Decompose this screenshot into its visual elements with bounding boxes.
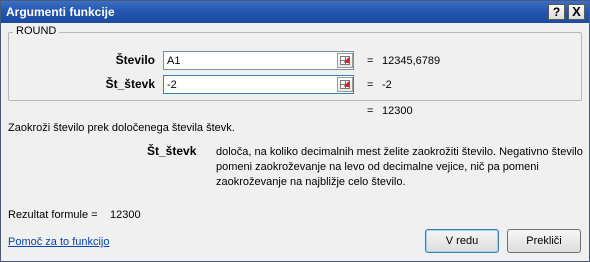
function-arguments-dialog: Argumenti funkcije ? X ROUND Število = 1… xyxy=(0,0,590,262)
range-selector-stevilo-icon[interactable] xyxy=(337,53,353,68)
equals-sign: = xyxy=(367,79,374,91)
help-on-function-link[interactable]: Pomoč za to funkcijo xyxy=(8,236,110,248)
function-description: Zaokroži število prek določenega števila… xyxy=(8,122,235,134)
argument-label-st-stevk: Št_števk xyxy=(105,77,155,91)
function-result-value: 12300 xyxy=(382,105,413,117)
title-bar[interactable]: Argumenti funkcije ? X xyxy=(1,1,589,23)
argument-help-name: Št_števk xyxy=(147,144,197,158)
argument-input-stevilo[interactable] xyxy=(163,51,354,70)
range-selector-st-stevk-icon[interactable] xyxy=(337,77,353,92)
formula-result-label: Rezultat formule = xyxy=(8,209,98,221)
equals-sign: = xyxy=(367,55,374,67)
argument-help-text: določa, na koliko decimalnih mest želite… xyxy=(216,146,583,188)
argument-input-st-stevk[interactable] xyxy=(163,75,354,94)
cancel-button[interactable]: Prekliči xyxy=(507,229,581,253)
argument-result-st-stevk: -2 xyxy=(382,79,392,91)
function-name: ROUND xyxy=(13,25,60,37)
close-button[interactable]: X xyxy=(568,4,585,20)
help-button[interactable]: ? xyxy=(548,4,565,20)
equals-sign: = xyxy=(367,105,374,117)
window-title: Argumenti funkcije xyxy=(6,5,115,19)
ok-button[interactable]: V redu xyxy=(425,229,499,253)
formula-result-value: 12300 xyxy=(110,209,141,221)
argument-label-stevilo: Število xyxy=(115,53,155,67)
argument-result-stevilo: 12345,6789 xyxy=(382,55,441,67)
